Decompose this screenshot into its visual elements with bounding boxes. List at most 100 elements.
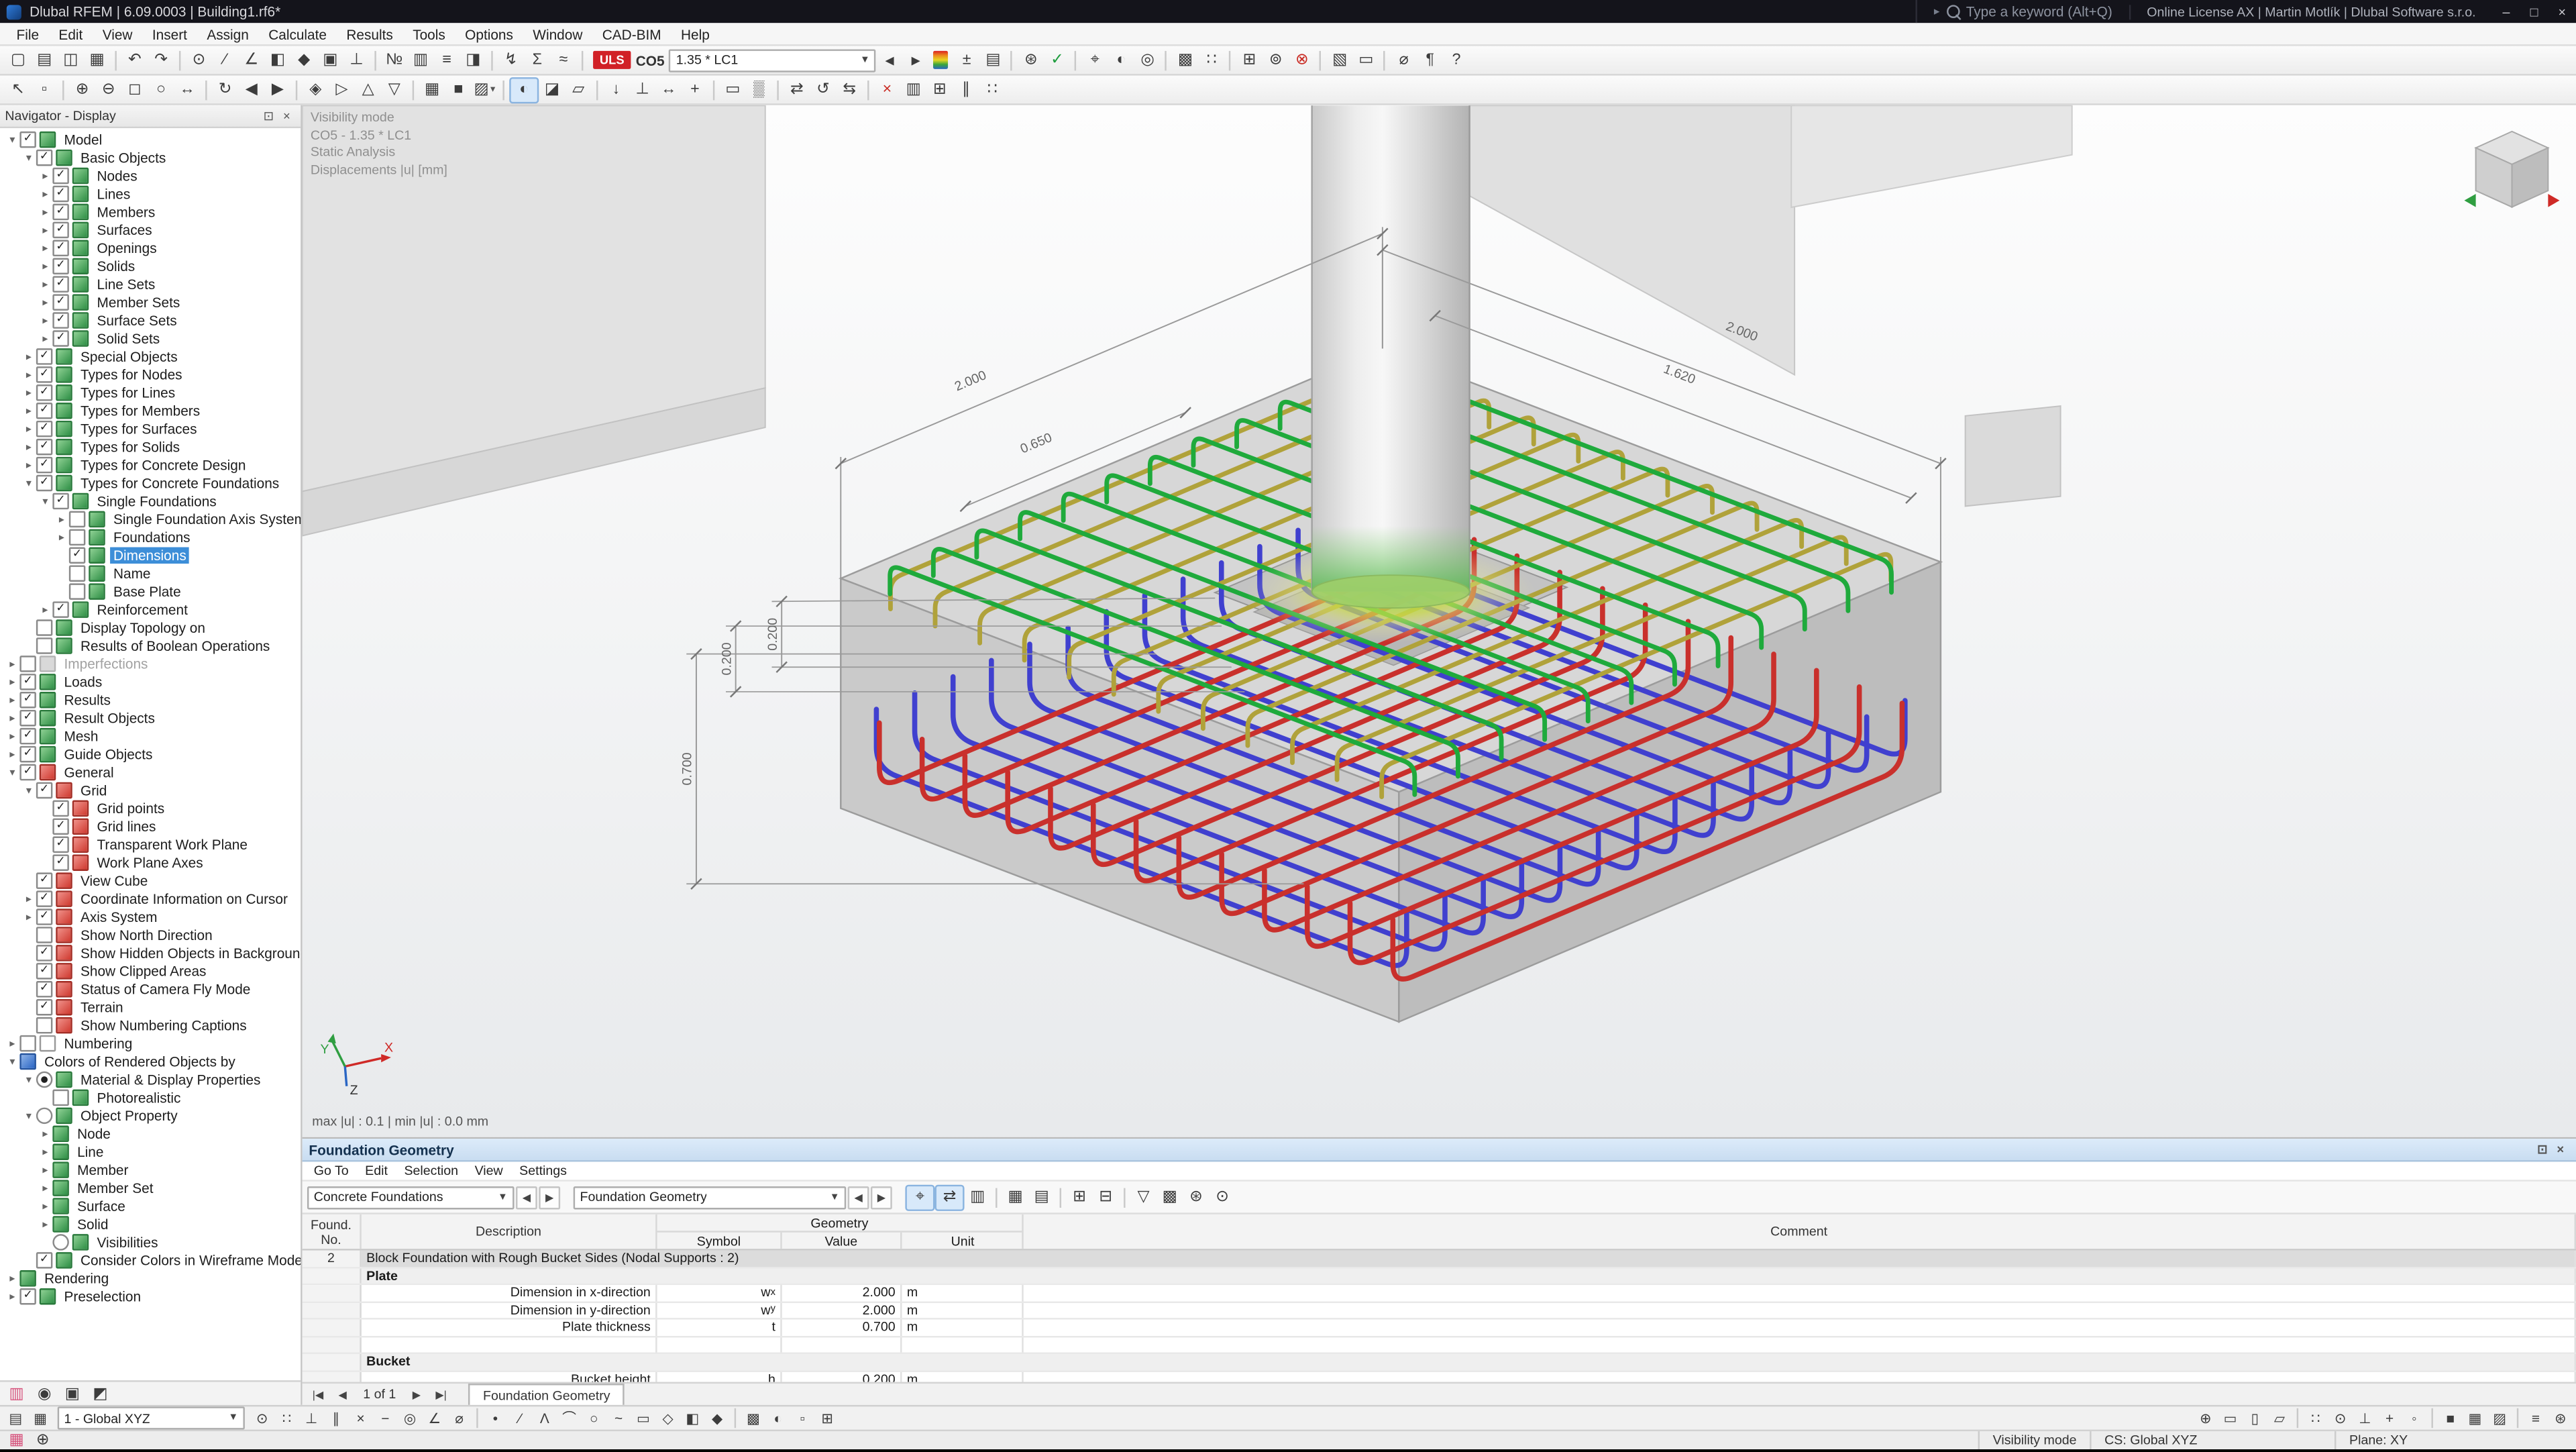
expand-arrow-icon[interactable]: ▸ — [5, 674, 19, 688]
dynamic-input-icon[interactable]: ≡ — [2524, 1408, 2548, 1428]
render-wireframe-icon[interactable]: ▦ — [419, 78, 445, 101]
checkbox[interactable]: ✓ — [52, 311, 68, 327]
keyword-search[interactable]: ▸ Type a keyword (Alt+Q) — [1916, 0, 2129, 23]
new-model-icon[interactable]: ▢ — [5, 48, 31, 71]
checkbox[interactable]: ✓ — [19, 745, 36, 762]
previous-sheet-icon[interactable]: ◀ — [848, 1186, 869, 1208]
ortho-toggle-icon[interactable]: ⊥ — [2353, 1408, 2377, 1428]
select-pointer-icon[interactable]: ↖ — [5, 78, 31, 101]
checkbox[interactable]: ✓ — [52, 275, 68, 291]
table-list-icon[interactable]: ▦ — [28, 1408, 53, 1428]
show-results-icon[interactable]: ▮ — [934, 51, 949, 69]
expand-arrow-icon[interactable]: ▸ — [5, 692, 19, 706]
printout-report-icon[interactable]: ▭ — [1353, 48, 1379, 71]
tree-item-members[interactable]: ▸✓Members — [0, 202, 301, 220]
checkbox[interactable]: ✓ — [36, 348, 52, 364]
insert-node-icon[interactable]: ⊙ — [186, 48, 212, 71]
table-category-combo[interactable]: Concrete Foundations▼ — [307, 1186, 515, 1208]
checkbox[interactable] — [69, 564, 85, 580]
select-special-icon[interactable]: ⊞ — [815, 1408, 840, 1428]
panel-menu-selection[interactable]: Selection — [396, 1163, 466, 1178]
menu-window[interactable]: Window — [523, 25, 592, 42]
tree-item-node[interactable]: ▸Node — [0, 1124, 301, 1142]
table-delete-row-icon[interactable]: ⊟ — [1093, 1186, 1119, 1208]
table-sync-selection-icon[interactable]: ⇄ — [934, 1184, 964, 1210]
calculate-all-icon[interactable]: ⊛ — [1018, 48, 1044, 71]
tree-item-surfaces[interactable]: ▸✓Surfaces — [0, 220, 301, 238]
cell-value[interactable]: 2.000 — [782, 1285, 902, 1300]
tree-item-solid[interactable]: ▸Solid — [0, 1214, 301, 1233]
panels-icon[interactable]: ◨ — [460, 48, 486, 71]
coordinate-system-combo[interactable]: 1 - Global XYZ▼ — [58, 1406, 245, 1429]
tables-icon[interactable]: ▥ — [407, 48, 433, 71]
table-search-icon[interactable]: ⊙ — [1209, 1186, 1235, 1208]
previous-view-icon[interactable]: ◀ — [238, 78, 264, 101]
table-go-to-graphic-icon[interactable]: ⌖ — [905, 1184, 934, 1210]
tree-item-base-plate[interactable]: Base Plate — [0, 582, 301, 600]
checkbox[interactable]: ✓ — [19, 691, 36, 707]
snap-distance-icon[interactable]: ⌀ — [447, 1408, 472, 1428]
shadow-toggle-icon[interactable]: ▨ — [2487, 1408, 2512, 1428]
float-panel-icon[interactable]: ⊡ — [260, 109, 278, 123]
expand-arrow-icon[interactable]: ▾ — [21, 1072, 36, 1086]
print-graphic-icon[interactable]: ▦ — [84, 48, 110, 71]
close-panel-icon[interactable]: × — [2551, 1142, 2569, 1157]
expand-arrow-icon[interactable]: ▾ — [5, 765, 19, 778]
zoom-window-icon[interactable]: ◻ — [121, 78, 148, 101]
checkbox[interactable] — [36, 1017, 52, 1033]
load-combination-combo[interactable]: 1.35 * LC1▼ — [669, 48, 877, 71]
expand-arrow-icon[interactable]: ▸ — [38, 168, 52, 182]
tree-item-show-numbering-captions[interactable]: Show Numbering Captions — [0, 1015, 301, 1033]
expand-arrow-icon[interactable]: ▾ — [5, 1054, 19, 1068]
checkbox[interactable] — [36, 926, 52, 942]
snap-toggle-icon[interactable]: ⊙ — [2328, 1408, 2353, 1428]
color-scheme-icon[interactable]: ◩ — [87, 1382, 113, 1405]
tree-item-surface-sets[interactable]: ▸✓Surface Sets — [0, 311, 301, 329]
view-in-z-icon[interactable]: ▽ — [381, 78, 407, 101]
tree-item-numbering[interactable]: ▸Numbering — [0, 1033, 301, 1051]
tree-item-loads[interactable]: ▸✓Loads — [0, 672, 301, 690]
user-view-icon[interactable]: ◎ — [1134, 48, 1161, 71]
previous-table-icon[interactable]: ◀ — [516, 1186, 537, 1208]
checkbox[interactable]: ✓ — [36, 420, 52, 436]
expand-arrow-icon[interactable]: ▸ — [38, 1181, 52, 1194]
menu-calculate[interactable]: Calculate — [259, 25, 337, 42]
table-filter-icon[interactable]: ▽ — [1130, 1186, 1157, 1208]
cell-value[interactable] — [782, 1337, 902, 1352]
insert-member-icon[interactable]: ∠ — [238, 48, 264, 71]
insert-surface-icon[interactable]: ◧ — [264, 48, 290, 71]
draw-rectangle-icon[interactable]: ▭ — [631, 1408, 655, 1428]
add-ons-icon[interactable]: ⊞ — [1236, 48, 1263, 71]
panel-menu-go-to[interactable]: Go To — [306, 1163, 357, 1178]
rotate-view-icon[interactable]: ↻ — [212, 78, 238, 101]
tree-item-name[interactable]: Name — [0, 564, 301, 582]
expand-arrow-icon[interactable]: ▸ — [21, 385, 36, 399]
display-axes-icon[interactable]: + — [682, 78, 708, 101]
cell-value[interactable]: 0.700 — [782, 1320, 902, 1335]
work-plane-xy-icon[interactable]: ▭ — [2218, 1408, 2243, 1428]
checkbox[interactable]: ✓ — [36, 872, 52, 888]
tree-item-types-for-surfaces[interactable]: ▸✓Types for Surfaces — [0, 419, 301, 437]
cartesian-input-icon[interactable]: + — [2377, 1408, 2402, 1428]
generate-mesh-icon[interactable]: ▩ — [1172, 48, 1198, 71]
panel-menu-settings[interactable]: Settings — [511, 1163, 575, 1178]
minimize-button[interactable]: – — [2492, 0, 2520, 23]
work-plane-yz-icon[interactable]: ▯ — [2243, 1408, 2267, 1428]
tree-item-grid-points[interactable]: ✓Grid points — [0, 798, 301, 817]
tree-item-special-objects[interactable]: ▸✓Special Objects — [0, 347, 301, 365]
checkbox[interactable]: ✓ — [19, 131, 36, 147]
block-manager-icon[interactable]: ⊞ — [926, 78, 953, 101]
tree-item-terrain[interactable]: ✓Terrain — [0, 998, 301, 1016]
expand-arrow-icon[interactable]: ▸ — [21, 458, 36, 471]
new-table-icon[interactable]: ▤ — [3, 1408, 28, 1428]
section-plane-icon[interactable]: ▱ — [565, 78, 591, 101]
expand-arrow-icon[interactable]: ▸ — [38, 1199, 52, 1212]
checkbox[interactable]: ✓ — [36, 366, 52, 382]
snap-settings-icon[interactable]: ∷ — [979, 78, 1006, 101]
first-page-icon[interactable]: |◀ — [307, 1385, 329, 1403]
checkbox[interactable]: ✓ — [36, 438, 52, 454]
checkbox[interactable]: ✓ — [52, 601, 68, 617]
selected-objects-icon[interactable]: ⌖ — [1082, 48, 1108, 71]
margins-icon[interactable]: ▭ — [720, 78, 746, 101]
tree-item-consider-colors-in-wireframe-model[interactable]: ✓Consider Colors in Wireframe Model — [0, 1251, 301, 1269]
